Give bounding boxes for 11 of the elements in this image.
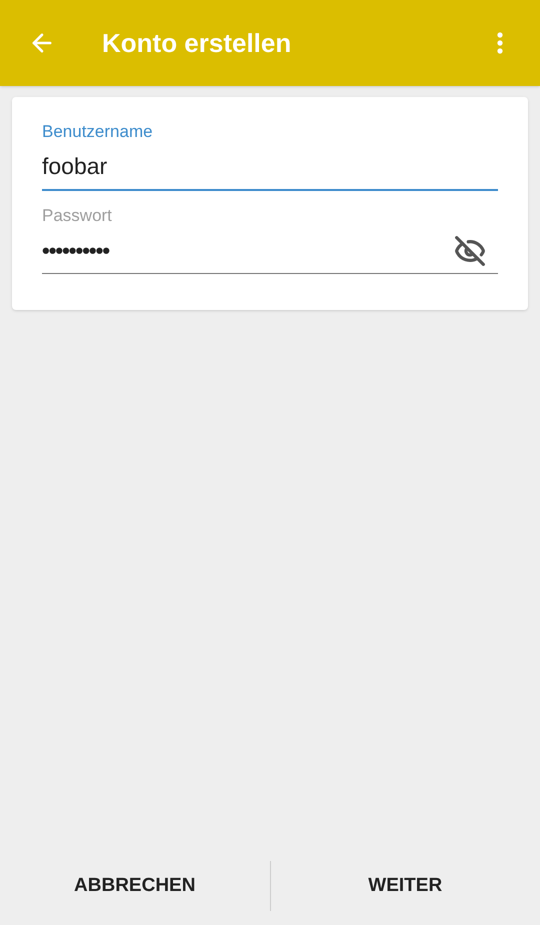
footer-button[interactable]: ABBRECHEN: [0, 850, 270, 922]
field-label: Passwort: [42, 204, 113, 226]
field-label: Benutzername: [42, 121, 154, 143]
input-field[interactable]: foobar: [42, 144, 498, 190]
field-value: foobar: [42, 152, 108, 182]
more-icon: [497, 32, 503, 54]
input-field[interactable]: ••••••••••: [42, 228, 498, 274]
footer-button[interactable]: WEITER: [270, 850, 540, 922]
visibility-off-icon[interactable]: [454, 234, 486, 266]
app-bar-title: Konto erstellen: [102, 26, 292, 60]
field-value: ••••••••••: [42, 237, 110, 265]
